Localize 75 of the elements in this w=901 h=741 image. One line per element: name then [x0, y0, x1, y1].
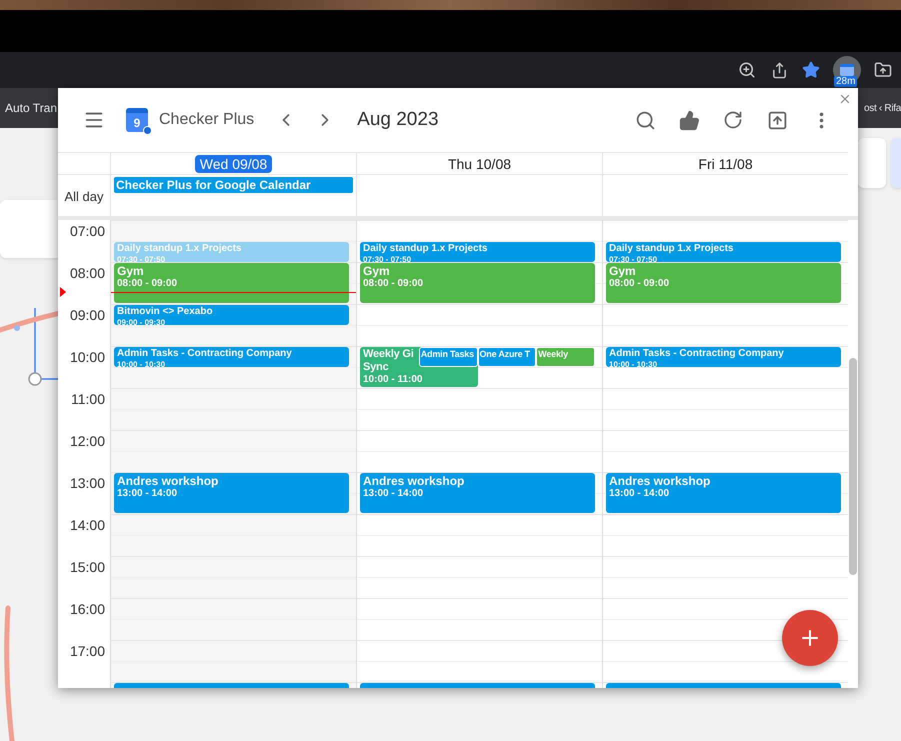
all-day-event[interactable]: Checker Plus for Google Calendar: [114, 177, 353, 193]
event-title: Andres workshop: [609, 474, 712, 488]
event-block[interactable]: Daily standup 1.x Projects 07:30 - 07:50: [606, 242, 841, 262]
event-title: Andres workshop: [363, 474, 466, 488]
event-block[interactable]: Andres workshop 13:00 - 14:00: [360, 473, 595, 513]
event-block[interactable]: Andres workshop 13:00 - 14:00: [114, 473, 349, 513]
canvas-card: [891, 138, 901, 188]
event-block[interactable]: Admin Tasks: [418, 347, 478, 367]
day-tab[interactable]: Fri 11/08: [693, 154, 758, 172]
close-icon[interactable]: [838, 92, 852, 106]
folder-icon[interactable]: [873, 60, 893, 80]
bookmark-link[interactable]: Auto Tran: [5, 101, 58, 115]
all-day-label: All day: [64, 189, 104, 204]
event-block[interactable]: Daily standup 1.x Projects 07:30 - 07:50: [114, 242, 349, 262]
event-block[interactable]: Gym 08:00 - 09:00: [114, 263, 349, 303]
extension-button[interactable]: 28m: [833, 56, 861, 84]
event-title: Admin Tasks - Contracting Company: [609, 348, 785, 360]
event-time: 08:00 - 09:00: [363, 278, 424, 290]
event-block[interactable]: Gym 08:00 - 09:00: [360, 263, 595, 303]
event-title: Bitmovin <> Pexabo: [117, 306, 214, 318]
event-time: 13:00 - 14:00: [117, 488, 178, 500]
event-block[interactable]: Admin Tasks - Contracting Company 10:00 - 10:30: [114, 347, 349, 367]
event-block[interactable]: Weekly: [536, 347, 595, 367]
month-title: Aug 2023: [357, 109, 439, 131]
event-time: 13:00 - 14:00: [609, 488, 670, 500]
event-time: 09:00 - 09:30: [117, 318, 166, 325]
bookmark-link[interactable]: ost ‹ Rifa: [864, 102, 901, 114]
event-time: 07:30 - 07:50: [609, 255, 658, 262]
calendar-icon: [840, 64, 854, 76]
event-title: Gym: [609, 264, 637, 278]
event-title: Admin Tasks: [420, 349, 474, 360]
timer-badge: 28m: [834, 76, 858, 87]
star-icon[interactable]: [801, 60, 821, 80]
hour-label: 11:00: [70, 390, 106, 409]
event-time: 10:00 - 11:00: [363, 374, 424, 386]
event-block[interactable]: Bitmovin <> Pexabo 09:00 - 09:30: [114, 305, 349, 325]
event-title: Andres workshop: [117, 474, 220, 488]
hour-label: 16:00: [68, 600, 106, 619]
hour-label: 07:00: [68, 222, 106, 241]
event-block[interactable]: Admin Tasks - Contracting Company 10:00 - 10:30: [606, 347, 841, 367]
event-block[interactable]: One Azure T: [478, 347, 536, 367]
hour-label: 08:00: [68, 264, 106, 283]
hour-label: 10:00: [68, 348, 106, 367]
event-title: Daily standup 1.x Projects: [363, 243, 488, 255]
hour-label: 09:00: [68, 306, 106, 325]
hour-label: 17:00: [68, 642, 106, 661]
event-block[interactable]: Daily standup 1.x Projects 07:30 - 07:50: [360, 242, 595, 262]
event-time: 08:00 - 09:00: [609, 278, 670, 290]
thumbs-up-icon[interactable]: [677, 108, 701, 132]
zoom-icon[interactable]: [737, 60, 757, 80]
event-time: 10:00 - 10:30: [117, 360, 166, 367]
event-title: Gym: [363, 264, 391, 278]
event-title: Daily standup 1.x Projects: [609, 243, 734, 255]
event-title: One Azure T: [480, 349, 530, 360]
event-title: Gym: [117, 264, 145, 278]
app-name: Checker Plus: [159, 111, 254, 129]
event-time: 08:00 - 09:00: [117, 278, 178, 290]
event-block[interactable]: Andres workshop 13:00 - 14:00: [606, 473, 841, 513]
event-time: 13:00 - 14:00: [363, 488, 424, 500]
event-time: 07:30 - 07:50: [363, 255, 412, 262]
hour-label: 13:00: [68, 474, 106, 493]
hour-label: 14:00: [68, 516, 106, 535]
event-time: 10:00 - 10:30: [609, 360, 658, 367]
event-title: Daily standup 1.x Projects: [117, 243, 242, 255]
hour-label: 15:00: [68, 558, 106, 577]
event-block[interactable]: Gym 08:00 - 09:00: [606, 263, 841, 303]
day-tab[interactable]: Thu 10/08: [442, 154, 516, 172]
event-title: Admin Tasks - Contracting Company: [117, 348, 293, 360]
scrollbar-thumb[interactable]: [849, 358, 857, 575]
event-title: Weekly Gi Sync: [363, 348, 414, 374]
day-tab[interactable]: Wed 09/08: [194, 154, 272, 172]
event-title: Weekly: [538, 349, 568, 360]
current-time-marker: [60, 287, 66, 297]
event-time: 07:30 - 07:50: [117, 255, 166, 262]
hour-label: 12:00: [68, 432, 106, 451]
